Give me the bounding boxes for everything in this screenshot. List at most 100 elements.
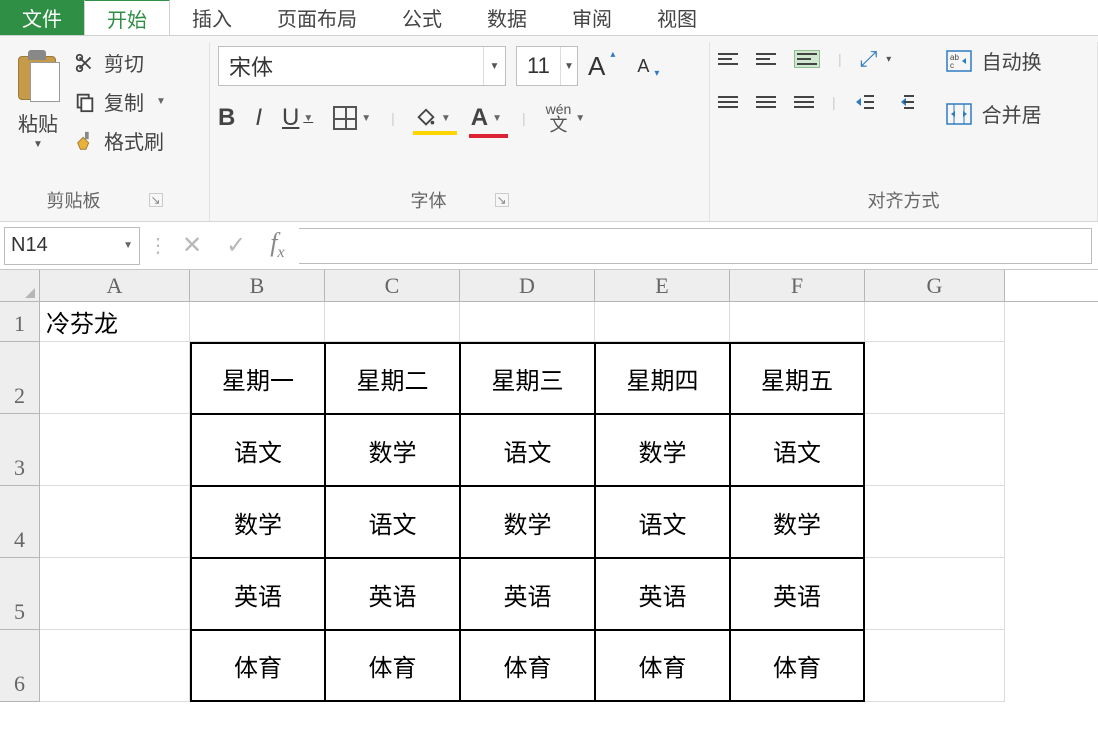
row-header[interactable]: 4	[0, 486, 40, 558]
tab-file[interactable]: 文件	[0, 0, 84, 35]
halign-left-icon[interactable]	[718, 96, 738, 108]
name-box-dropdown[interactable]: ▼	[123, 240, 133, 251]
column-header[interactable]: G	[865, 270, 1005, 301]
format-painter-button[interactable]: 格式刷	[74, 126, 166, 155]
cell[interactable]: 数学	[190, 486, 325, 558]
increase-font-icon[interactable]: A	[588, 51, 605, 82]
cell[interactable]: 星期一	[190, 342, 325, 414]
decrease-indent-button[interactable]	[854, 92, 876, 112]
cell[interactable]: 星期五	[730, 342, 865, 414]
column-header[interactable]: D	[460, 270, 595, 301]
tab-insert[interactable]: 插入	[170, 0, 255, 35]
cell[interactable]	[865, 414, 1005, 486]
cell[interactable]: 体育	[325, 630, 460, 702]
cell[interactable]: 英语	[325, 558, 460, 630]
halign-right-icon[interactable]	[794, 96, 814, 108]
cell[interactable]	[865, 558, 1005, 630]
font-dialog-launcher[interactable]: ↘	[495, 193, 509, 207]
cell[interactable]: 体育	[460, 630, 595, 702]
cell[interactable]: 体育	[595, 630, 730, 702]
font-size-dropdown[interactable]: ▼	[560, 47, 577, 85]
cell[interactable]: 数学	[460, 486, 595, 558]
tab-formula[interactable]: 公式	[380, 0, 465, 35]
cell[interactable]	[40, 342, 190, 414]
row-header[interactable]: 6	[0, 630, 40, 702]
phonetic-guide-button[interactable]: wén 文 ▼	[546, 102, 586, 134]
merge-center-button[interactable]: 合并居	[946, 99, 1042, 128]
font-size-combo[interactable]: 11 ▼	[516, 46, 578, 86]
cell[interactable]: 英语	[730, 558, 865, 630]
cell[interactable]	[595, 302, 730, 342]
tab-review[interactable]: 审阅	[550, 0, 635, 35]
cell[interactable]: 语文	[325, 486, 460, 558]
column-header[interactable]: A	[40, 270, 190, 301]
tab-view[interactable]: 视图	[635, 0, 720, 35]
copy-button[interactable]: 复制 ▼	[74, 87, 166, 116]
cell[interactable]	[325, 302, 460, 342]
cell[interactable]: 英语	[190, 558, 325, 630]
cell[interactable]	[865, 486, 1005, 558]
font-name-dropdown[interactable]: ▼	[483, 47, 505, 85]
cell[interactable]	[865, 342, 1005, 414]
paste-dropdown[interactable]: ▼	[33, 139, 43, 150]
font-name-combo[interactable]: 宋体 ▼	[218, 46, 506, 86]
row-header[interactable]: 1	[0, 302, 40, 342]
increase-indent-button[interactable]	[894, 92, 916, 112]
clipboard-dialog-launcher[interactable]: ↘	[149, 193, 163, 207]
row-header[interactable]: 5	[0, 558, 40, 630]
wrap-text-button[interactable]: abc 自动换	[946, 46, 1042, 75]
cell[interactable]: 星期四	[595, 342, 730, 414]
tab-home[interactable]: 开始	[84, 0, 170, 35]
underline-button[interactable]: U▼	[282, 104, 313, 132]
column-header[interactable]: C	[325, 270, 460, 301]
italic-button[interactable]: I	[255, 104, 262, 132]
column-header[interactable]: B	[190, 270, 325, 301]
confirm-formula-icon[interactable]: ✓	[226, 231, 246, 260]
fx-icon[interactable]: fx	[270, 228, 284, 262]
bold-button[interactable]: B	[218, 104, 235, 132]
valign-top-icon[interactable]	[718, 53, 738, 65]
cell[interactable]: 数学	[595, 414, 730, 486]
name-box[interactable]: N14 ▼	[4, 227, 140, 265]
row-header[interactable]: 3	[0, 414, 40, 486]
cell[interactable]: 冷芬龙	[40, 302, 190, 342]
valign-bottom-icon[interactable]	[794, 50, 820, 68]
cell[interactable]: 语文	[460, 414, 595, 486]
cell[interactable]: 数学	[325, 414, 460, 486]
cell[interactable]	[40, 486, 190, 558]
cell[interactable]: 英语	[460, 558, 595, 630]
cut-button[interactable]: 剪切	[74, 48, 166, 77]
cell[interactable]: 星期三	[460, 342, 595, 414]
border-button[interactable]: ▼	[333, 106, 371, 130]
paste-button[interactable]: 粘贴 ▼	[8, 46, 68, 154]
cell[interactable]: 英语	[595, 558, 730, 630]
copy-dropdown[interactable]: ▼	[156, 96, 166, 107]
cell[interactable]	[40, 414, 190, 486]
cell[interactable]	[730, 302, 865, 342]
orientation-button[interactable]: ⤢	[860, 46, 878, 72]
select-all-corner[interactable]	[0, 270, 40, 301]
tab-data[interactable]: 数据	[465, 0, 550, 35]
row-header[interactable]: 2	[0, 342, 40, 414]
column-header[interactable]: F	[730, 270, 865, 301]
cell[interactable]: 语文	[595, 486, 730, 558]
cell[interactable]: 语文	[730, 414, 865, 486]
cell[interactable]	[40, 558, 190, 630]
formula-input[interactable]	[299, 228, 1092, 264]
valign-middle-icon[interactable]	[756, 53, 776, 65]
tab-layout[interactable]: 页面布局	[255, 0, 380, 35]
column-header[interactable]: E	[595, 270, 730, 301]
cell[interactable]	[190, 302, 325, 342]
cell[interactable]: 语文	[190, 414, 325, 486]
halign-center-icon[interactable]	[756, 96, 776, 108]
cancel-formula-icon[interactable]: ✕	[182, 231, 202, 260]
cell[interactable]	[865, 630, 1005, 702]
cell[interactable]: 体育	[190, 630, 325, 702]
cell[interactable]: 星期二	[325, 342, 460, 414]
cell[interactable]	[865, 302, 1005, 342]
font-color-button[interactable]: A▼	[471, 104, 502, 132]
decrease-font-icon[interactable]: A	[637, 56, 649, 77]
cell[interactable]: 数学	[730, 486, 865, 558]
fill-color-button[interactable]: ▼	[415, 107, 451, 129]
cell[interactable]	[40, 630, 190, 702]
